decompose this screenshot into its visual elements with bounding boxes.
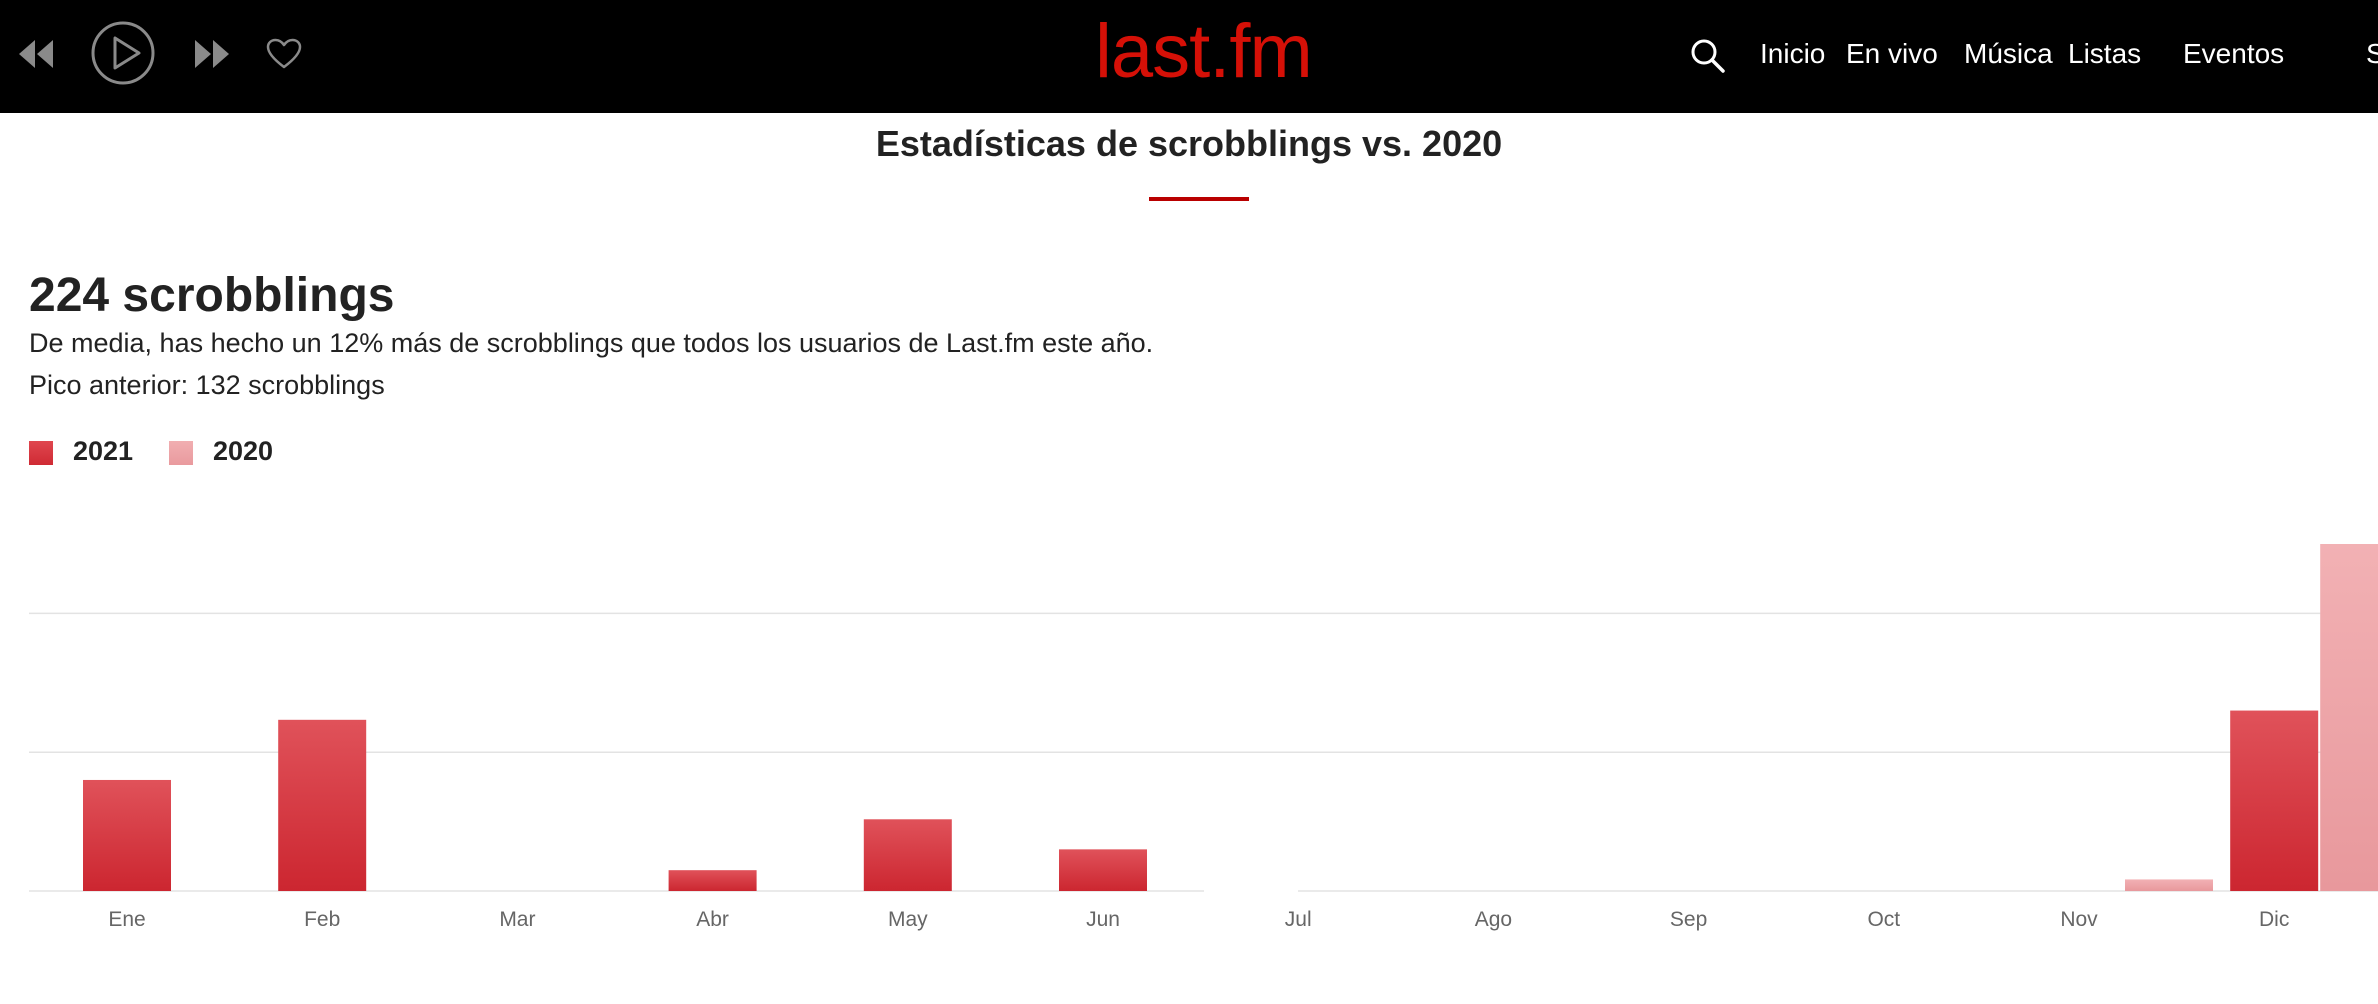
- legend-label-2020: 2020: [213, 436, 274, 466]
- legend-label-2021: 2021: [73, 436, 134, 466]
- x-tick-label-jul: Jul: [1285, 908, 1312, 931]
- x-tick-label-may: May: [888, 908, 928, 931]
- bar-2021-abr[interactable]: [668, 870, 757, 891]
- x-tick-label-jun: Jun: [1086, 908, 1120, 931]
- bar-2021-ene[interactable]: [83, 779, 171, 891]
- x-tick-label-abr: Abr: [696, 908, 729, 931]
- section-title: Estadísticas de scrobblings vs. 2020: [875, 123, 1503, 164]
- x-tick-label-nov: Nov: [2060, 908, 2098, 931]
- play-icon[interactable]: [90, 20, 156, 86]
- top-bar: last.fm Inicio En vivo Música Listas Eve…: [0, 0, 2378, 113]
- main-nav: Inicio En vivo Música Listas Eventos S: [1658, 0, 2378, 113]
- nav-item-inicio[interactable]: Inicio: [1760, 38, 1825, 70]
- x-tick-label-sep: Sep: [1670, 908, 1707, 931]
- heart-icon[interactable]: [266, 38, 302, 70]
- rewind-icon[interactable]: [16, 36, 56, 72]
- x-tick-label-ene: Ene: [108, 908, 145, 931]
- scrobble-bar-chart: Ene Feb Mar Abr May Jun Jul Ago Sep Oct Nov Dic: [29, 544, 2378, 931]
- nav-item-musica[interactable]: Música: [1964, 38, 2053, 70]
- legend-swatch-2021: [29, 441, 53, 465]
- scrobble-total: 224 scrobblings: [29, 269, 395, 322]
- lastfm-logo[interactable]: last.fm: [1095, 12, 1355, 92]
- bar-2020-nov[interactable]: [2125, 879, 2213, 891]
- bar-2021-jun[interactable]: [1059, 849, 1147, 891]
- x-tick-label-feb: Feb: [304, 908, 340, 931]
- bar-2020-dic[interactable]: [2320, 544, 2378, 891]
- bar-2021-may[interactable]: [863, 819, 952, 891]
- fast-forward-icon[interactable]: [192, 36, 232, 72]
- x-tick-label-ago: Ago: [1475, 908, 1512, 931]
- x-tick-label-dic: Dic: [2259, 908, 2289, 931]
- legend-swatch-2020: [169, 441, 193, 465]
- nav-item-eventos[interactable]: Eventos: [2183, 38, 2284, 70]
- bar-2021-dic[interactable]: [2230, 710, 2319, 891]
- nav-item-en-vivo[interactable]: En vivo: [1846, 38, 1938, 70]
- x-tick-label-mar: Mar: [499, 908, 535, 931]
- previous-peak-text: Pico anterior: 132 scrobblings: [29, 370, 385, 400]
- title-underline: [1149, 197, 1249, 201]
- comparison-text: De media, has hecho un 12% más de scrobb…: [29, 328, 1154, 358]
- bar-2021-feb[interactable]: [278, 719, 367, 891]
- nav-item-more[interactable]: S: [2366, 38, 2378, 70]
- x-tick-label-oct: Oct: [1867, 908, 1900, 931]
- nav-item-listas[interactable]: Listas: [2068, 38, 2141, 70]
- search-icon[interactable]: [1688, 36, 1728, 76]
